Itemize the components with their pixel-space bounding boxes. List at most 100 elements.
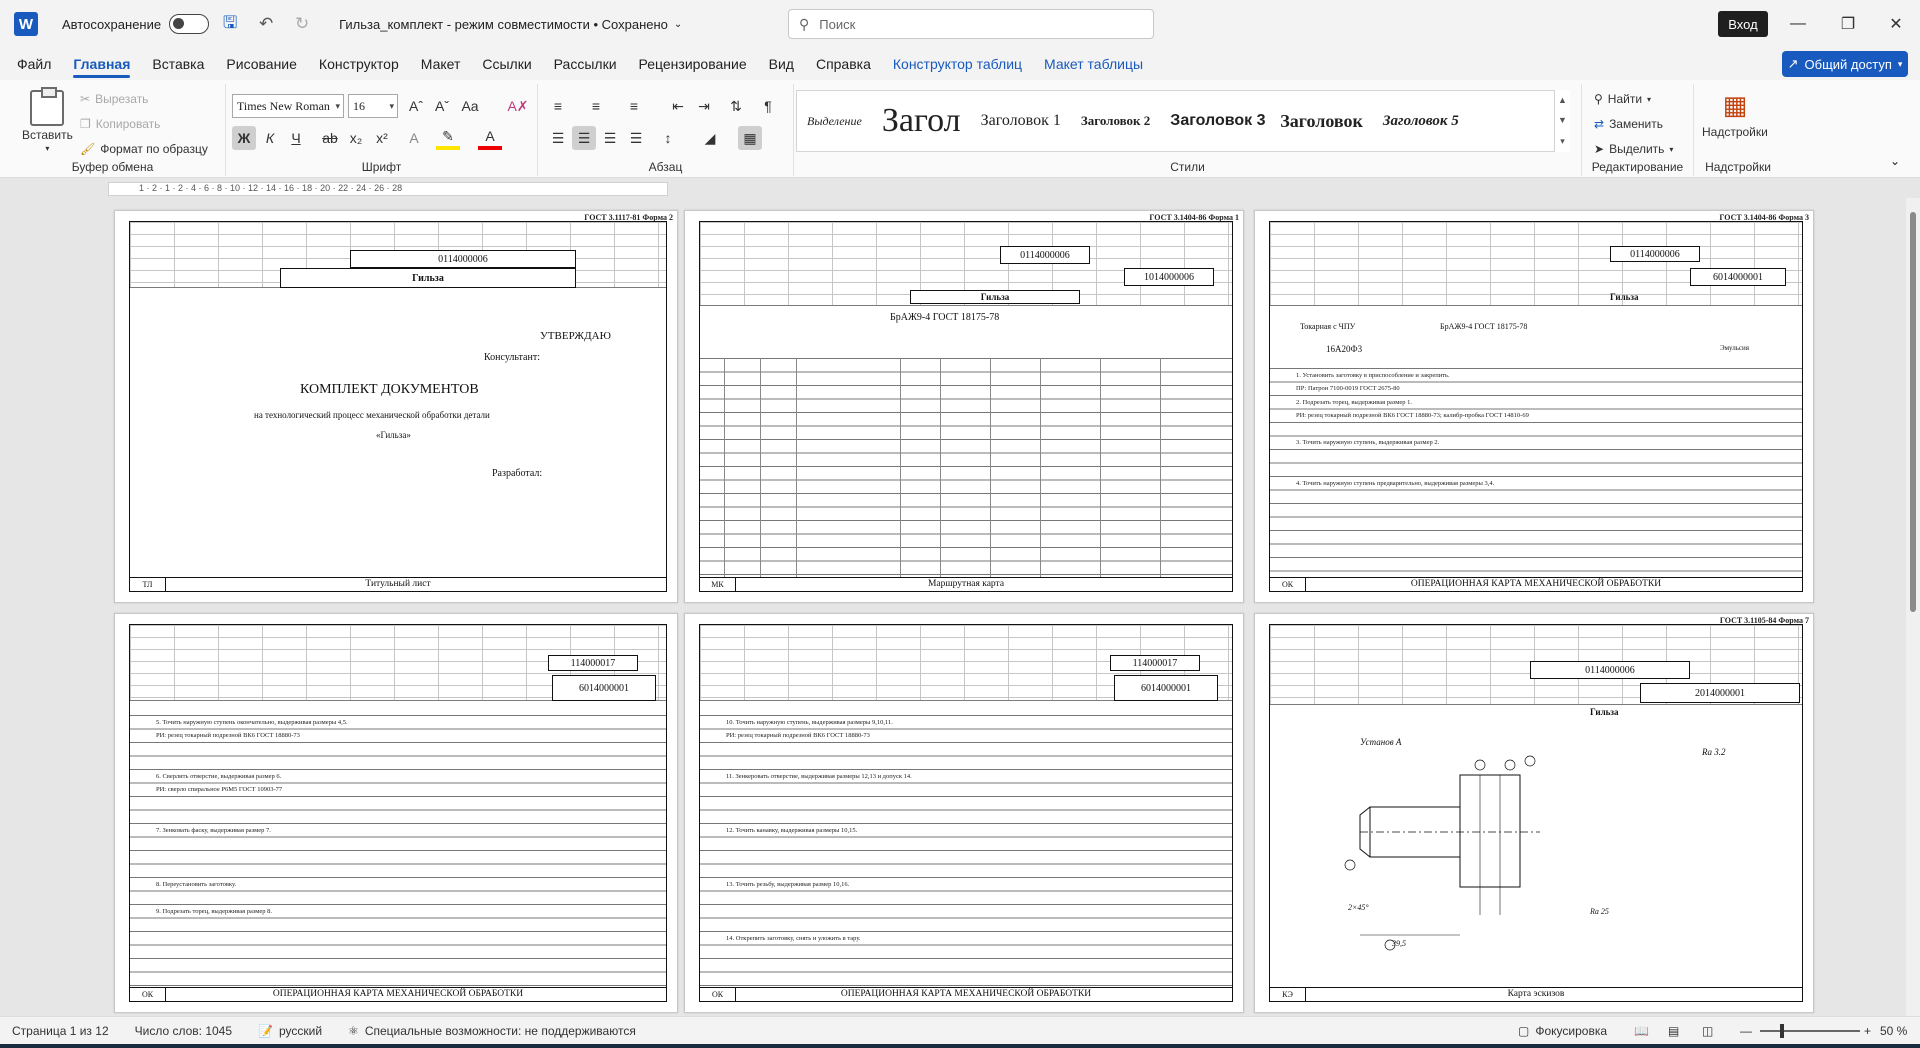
print-layout-icon[interactable]: ▤ (1668, 1024, 1679, 1038)
replace-button[interactable]: ⇄ Заменить (1594, 117, 1663, 131)
autosave-toggle[interactable] (169, 14, 210, 34)
italic-button[interactable]: К (258, 126, 282, 150)
decrease-indent-icon[interactable]: ⇤ (666, 94, 690, 118)
vertical-scrollbar[interactable] (1906, 198, 1920, 1016)
restore-icon[interactable]: ❐ (1828, 10, 1868, 38)
font-color-icon[interactable]: A (478, 126, 502, 150)
accessibility-indicator[interactable]: ⚛ Специальные возможности: не поддерживаю… (348, 1024, 636, 1038)
borders-icon[interactable]: ▦ (738, 126, 762, 150)
shrink-font-icon[interactable]: Aˇ (430, 94, 454, 118)
bold-button[interactable]: Ж (232, 126, 256, 150)
find-button[interactable]: ⚲ Найти ▾ (1594, 92, 1651, 106)
styles-scroll[interactable]: ▲ ▼ ▾ (1554, 90, 1570, 152)
signin-button[interactable]: Вход (1718, 11, 1768, 37)
pilcrow-icon[interactable]: ¶ (756, 94, 780, 118)
tab-design[interactable]: Конструктор (308, 48, 410, 80)
page-operation-card-2[interactable]: 114000017 6014000001 5. Точить наружную … (114, 613, 678, 1013)
clear-format-icon[interactable]: A✗ (506, 94, 530, 118)
style-heading-2[interactable]: Заголовок 2 (1071, 91, 1160, 151)
read-mode-icon[interactable]: 📖 (1634, 1024, 1649, 1038)
close-icon[interactable]: ✕ (1876, 10, 1916, 38)
highlight-icon[interactable]: ✎ (436, 126, 460, 150)
minimize-icon[interactable]: — (1778, 10, 1818, 38)
tab-review[interactable]: Рецензирование (628, 48, 758, 80)
underline-button[interactable]: Ч (284, 126, 308, 150)
share-button[interactable]: ↗ Общий доступ ▾ (1782, 51, 1908, 77)
superscript-icon[interactable]: x² (370, 126, 394, 150)
collapse-ribbon-icon[interactable]: ⌄ (1890, 154, 1900, 168)
save-icon[interactable]: 🖫 (215, 9, 245, 39)
text-effects-icon[interactable]: A (402, 126, 426, 150)
shading-icon[interactable]: ◢ (698, 126, 722, 150)
page-operation-card-1[interactable]: ГОСТ 3.1404-86 Форма 3 0114000006 601400… (1254, 210, 1814, 603)
sort-icon[interactable]: ⇅ (724, 94, 748, 118)
zoom-out-icon[interactable]: — (1740, 1024, 1752, 1038)
increase-indent-icon[interactable]: ⇥ (692, 94, 716, 118)
page-count[interactable]: Страница 1 из 12 (12, 1024, 109, 1038)
tab-mailings[interactable]: Рассылки (543, 48, 628, 80)
redo-icon[interactable]: ↻ (287, 9, 317, 39)
tab-table-layout[interactable]: Макет таблицы (1033, 48, 1154, 80)
subscript-icon[interactable]: x₂ (344, 126, 368, 150)
cursor-icon: ➤ (1594, 142, 1605, 156)
tab-layout[interactable]: Макет (410, 48, 472, 80)
page-route-card[interactable]: ГОСТ 3.1404-86 Форма 1 0114000006 101400… (684, 210, 1244, 603)
addins-button[interactable]: ▦ Надстройки (1702, 90, 1768, 139)
caption-text: ОПЕРАЦИОННАЯ КАРТА МЕХАНИЧЕСКОЙ ОБРАБОТК… (272, 989, 524, 999)
justify-icon[interactable]: ☰ (624, 126, 648, 150)
numbering-icon[interactable]: ≡ (584, 94, 608, 118)
undo-icon[interactable]: ↶ (251, 9, 281, 39)
focus-mode-button[interactable]: ▢ Фокусировка (1518, 1024, 1607, 1038)
search-input[interactable]: ⚲ Поиск (788, 9, 1154, 39)
paste-button[interactable]: Вставить ▾ (22, 87, 73, 153)
word-count[interactable]: Число слов: 1045 (135, 1024, 232, 1038)
document-area[interactable]: ГОСТ 3.1117-81 Форма 2 0114000006 Гильза… (0, 198, 1906, 1016)
change-case-icon[interactable]: Aa (458, 94, 482, 118)
horizontal-ruler[interactable]: 1 · 2 · 1 · 2 · 4 · 6 · 8 · 10 · 12 · 14… (108, 182, 668, 196)
font-name-select[interactable]: Times New Roman ▾ (232, 94, 344, 118)
strikethrough-icon[interactable]: ab (318, 126, 342, 150)
tab-file[interactable]: Файл (6, 48, 62, 80)
tab-help[interactable]: Справка (805, 48, 882, 80)
page-operation-card-3[interactable]: 114000017 6014000001 10. Точить наружную… (684, 613, 1244, 1013)
tab-insert[interactable]: Вставка (141, 48, 215, 80)
zoom-slider[interactable] (1760, 1030, 1860, 1032)
paragraph-group-label: Абзац (648, 160, 683, 174)
cut-button[interactable]: ✂ Вырезать (80, 92, 148, 106)
chevron-up-icon: ▲ (1558, 95, 1567, 106)
align-right-icon[interactable]: ☰ (598, 126, 622, 150)
grow-font-icon[interactable]: Aˆ (404, 94, 428, 118)
style-heading[interactable]: Заголовок (1270, 91, 1373, 151)
zoom-slider-handle[interactable] (1780, 1024, 1784, 1038)
tab-references[interactable]: Ссылки (471, 48, 542, 80)
language-indicator[interactable]: 📝 русский (258, 1024, 322, 1038)
document-title[interactable]: Гильза_комплект - режим совместимости • … (339, 17, 682, 32)
style-heading-5[interactable]: Заголовок 5 (1373, 91, 1469, 151)
tab-draw[interactable]: Рисование (215, 48, 308, 80)
format-painter-button[interactable]: 🖌 Формат по образцу (80, 142, 208, 156)
bullets-icon[interactable]: ≡ (546, 94, 570, 118)
scrollbar-thumb[interactable] (1910, 212, 1916, 612)
chevron-down-icon: ⌄ (673, 18, 683, 30)
tab-home[interactable]: Главная (62, 48, 141, 80)
tab-table-design[interactable]: Конструктор таблиц (882, 48, 1033, 80)
page-title-sheet[interactable]: ГОСТ 3.1117-81 Форма 2 0114000006 Гильза… (114, 210, 678, 603)
tab-view[interactable]: Вид (758, 48, 805, 80)
chevron-down-icon: ▾ (1647, 94, 1652, 104)
line-spacing-icon[interactable]: ↕ (656, 126, 680, 150)
multilevel-list-icon[interactable]: ≡ (622, 94, 646, 118)
zoom-in-icon[interactable]: + (1864, 1024, 1871, 1038)
style-title[interactable]: Загол (872, 91, 971, 151)
font-size-select[interactable]: 16 ▾ (348, 94, 398, 118)
copy-button[interactable]: ❐ Копировать (80, 117, 160, 131)
roughness-text-2: Ra 25 (1590, 907, 1609, 916)
style-heading-3[interactable]: Заголовок 3 (1160, 91, 1270, 151)
style-emphasis[interactable]: Выделение (797, 91, 872, 151)
style-heading-1[interactable]: Заголовок 1 (971, 91, 1071, 151)
web-layout-icon[interactable]: ◫ (1702, 1024, 1713, 1038)
zoom-level[interactable]: 50 % (1880, 1024, 1907, 1038)
page-sketch-card[interactable]: ГОСТ 3.1105-84 Форма 7 0114000006 201400… (1254, 613, 1814, 1013)
select-button[interactable]: ➤ Выделить ▾ (1594, 142, 1673, 156)
align-center-icon[interactable]: ☰ (572, 126, 596, 150)
align-left-icon[interactable]: ☰ (546, 126, 570, 150)
